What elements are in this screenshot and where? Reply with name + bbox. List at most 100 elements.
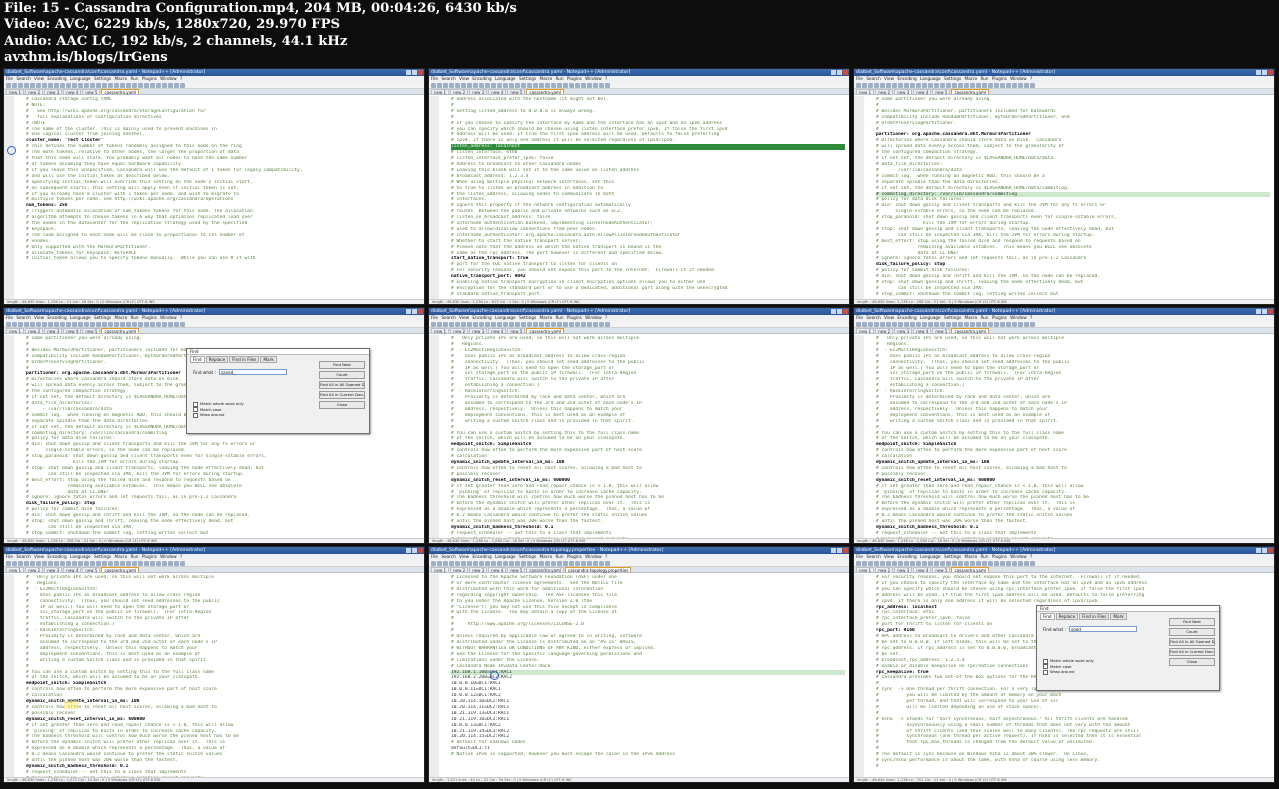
minimize-icon[interactable] (406, 70, 411, 75)
toolbar-button-icon[interactable] (521, 561, 526, 566)
toolbar-button-icon[interactable] (467, 322, 472, 327)
toolbar-button-icon[interactable] (880, 561, 885, 566)
document-tab[interactable]: cassandra.yaml (526, 328, 565, 334)
toolbar-button-icon[interactable] (461, 561, 466, 566)
toolbar-button-icon[interactable] (431, 561, 436, 566)
toolbar-button-icon[interactable] (539, 322, 544, 327)
toolbar-button-icon[interactable] (473, 83, 478, 88)
find-dialog-button[interactable]: Find All in Current Document (319, 391, 365, 399)
toolbar-button-icon[interactable] (874, 83, 879, 88)
document-tab[interactable]: new 1 (431, 328, 450, 334)
toolbar-button-icon[interactable] (54, 322, 59, 327)
minimize-icon[interactable] (1256, 70, 1261, 75)
toolbar-button-icon[interactable] (455, 83, 460, 88)
document-tab[interactable]: new 4 (488, 567, 507, 573)
toolbar-button-icon[interactable] (72, 322, 77, 327)
toolbar-button-icon[interactable] (539, 83, 544, 88)
close-icon[interactable] (843, 309, 848, 314)
toolbar-button-icon[interactable] (1012, 322, 1017, 327)
toolbar-button-icon[interactable] (60, 83, 65, 88)
toolbar-button-icon[interactable] (575, 83, 580, 88)
toolbar-button-icon[interactable] (862, 322, 867, 327)
document-tab[interactable]: new 3 (44, 89, 63, 95)
toolbar-button-icon[interactable] (431, 322, 436, 327)
toolbar-button-icon[interactable] (18, 83, 23, 88)
minimize-icon[interactable] (1256, 309, 1261, 314)
maximize-icon[interactable] (1262, 548, 1267, 553)
minimize-icon[interactable] (406, 548, 411, 553)
toolbar-button-icon[interactable] (503, 83, 508, 88)
toolbar-button-icon[interactable] (886, 322, 891, 327)
toolbar-button-icon[interactable] (916, 322, 921, 327)
document-tab[interactable]: new 5 (507, 567, 526, 573)
minimize-icon[interactable] (1256, 548, 1261, 553)
toolbar-button-icon[interactable] (1018, 561, 1023, 566)
toolbar-button-icon[interactable] (940, 322, 945, 327)
code-editor[interactable]: # Cassandra storage config YAML # NOTE: # … (4, 96, 424, 299)
toolbar-button-icon[interactable] (66, 322, 71, 327)
document-tab[interactable]: new 5 (507, 328, 526, 334)
document-tab[interactable]: new 4 (488, 89, 507, 95)
toolbar-button-icon[interactable] (24, 83, 29, 88)
toolbar-button-icon[interactable] (6, 322, 11, 327)
toolbar-button-icon[interactable] (539, 561, 544, 566)
maximize-icon[interactable] (412, 309, 417, 314)
document-tab[interactable]: new 5 (82, 567, 101, 573)
toolbar-button-icon[interactable] (527, 322, 532, 327)
toolbar-button-icon[interactable] (1000, 322, 1005, 327)
document-tab[interactable]: new 3 (894, 567, 913, 573)
document-tab[interactable]: new 3 (469, 567, 488, 573)
toolbar-button-icon[interactable] (162, 322, 167, 327)
toolbar-button-icon[interactable] (886, 83, 891, 88)
toolbar-button-icon[interactable] (168, 322, 173, 327)
toolbar-button-icon[interactable] (958, 561, 963, 566)
document-tab[interactable]: new 5 (82, 89, 101, 95)
toolbar-button-icon[interactable] (108, 561, 113, 566)
toolbar-button-icon[interactable] (461, 83, 466, 88)
toolbar-button-icon[interactable] (78, 83, 83, 88)
find-dialog-button[interactable]: Close (1169, 658, 1215, 666)
toolbar-button-icon[interactable] (581, 322, 586, 327)
maximize-icon[interactable] (412, 70, 417, 75)
toolbar-button-icon[interactable] (533, 561, 538, 566)
toolbar-button-icon[interactable] (916, 83, 921, 88)
toolbar-button-icon[interactable] (868, 322, 873, 327)
toolbar-button-icon[interactable] (593, 83, 598, 88)
toolbar-button-icon[interactable] (892, 561, 897, 566)
document-tab[interactable]: new 4 (913, 567, 932, 573)
document-tab[interactable]: new 3 (44, 328, 63, 334)
toolbar-button-icon[interactable] (910, 322, 915, 327)
toolbar-button-icon[interactable] (84, 83, 89, 88)
document-tab[interactable]: new 2 (25, 89, 44, 95)
toolbar-button-icon[interactable] (12, 561, 17, 566)
toolbar-button-icon[interactable] (479, 561, 484, 566)
toolbar-button-icon[interactable] (557, 561, 562, 566)
document-tab[interactable]: new 3 (469, 328, 488, 334)
toolbar-button-icon[interactable] (84, 322, 89, 327)
document-tab[interactable]: new 4 (913, 89, 932, 95)
find-dialog-tab[interactable]: Find (1040, 613, 1055, 620)
toolbar-button-icon[interactable] (1030, 561, 1035, 566)
toolbar-button-icon[interactable] (1000, 83, 1005, 88)
document-tab[interactable]: new 2 (875, 89, 894, 95)
toolbar-button-icon[interactable] (60, 561, 65, 566)
toolbar-button-icon[interactable] (1012, 561, 1017, 566)
toolbar-button-icon[interactable] (587, 83, 592, 88)
toolbar-button-icon[interactable] (491, 322, 496, 327)
toolbar-button-icon[interactable] (976, 322, 981, 327)
toolbar-button-icon[interactable] (922, 83, 927, 88)
document-tab[interactable]: new 5 (932, 567, 951, 573)
toolbar-button-icon[interactable] (982, 322, 987, 327)
toolbar-button-icon[interactable] (18, 322, 23, 327)
maximize-icon[interactable] (837, 309, 842, 314)
toolbar-button-icon[interactable] (455, 322, 460, 327)
toolbar-button-icon[interactable] (976, 561, 981, 566)
close-icon[interactable] (1268, 548, 1273, 553)
document-tab[interactable]: new 1 (431, 567, 450, 573)
document-tab[interactable]: new 2 (875, 567, 894, 573)
toolbar-button-icon[interactable] (30, 322, 35, 327)
toolbar-button-icon[interactable] (473, 561, 478, 566)
code-editor[interactable]: # address associated with the hostname (… (429, 96, 849, 299)
toolbar-button-icon[interactable] (988, 561, 993, 566)
toolbar-button-icon[interactable] (575, 322, 580, 327)
